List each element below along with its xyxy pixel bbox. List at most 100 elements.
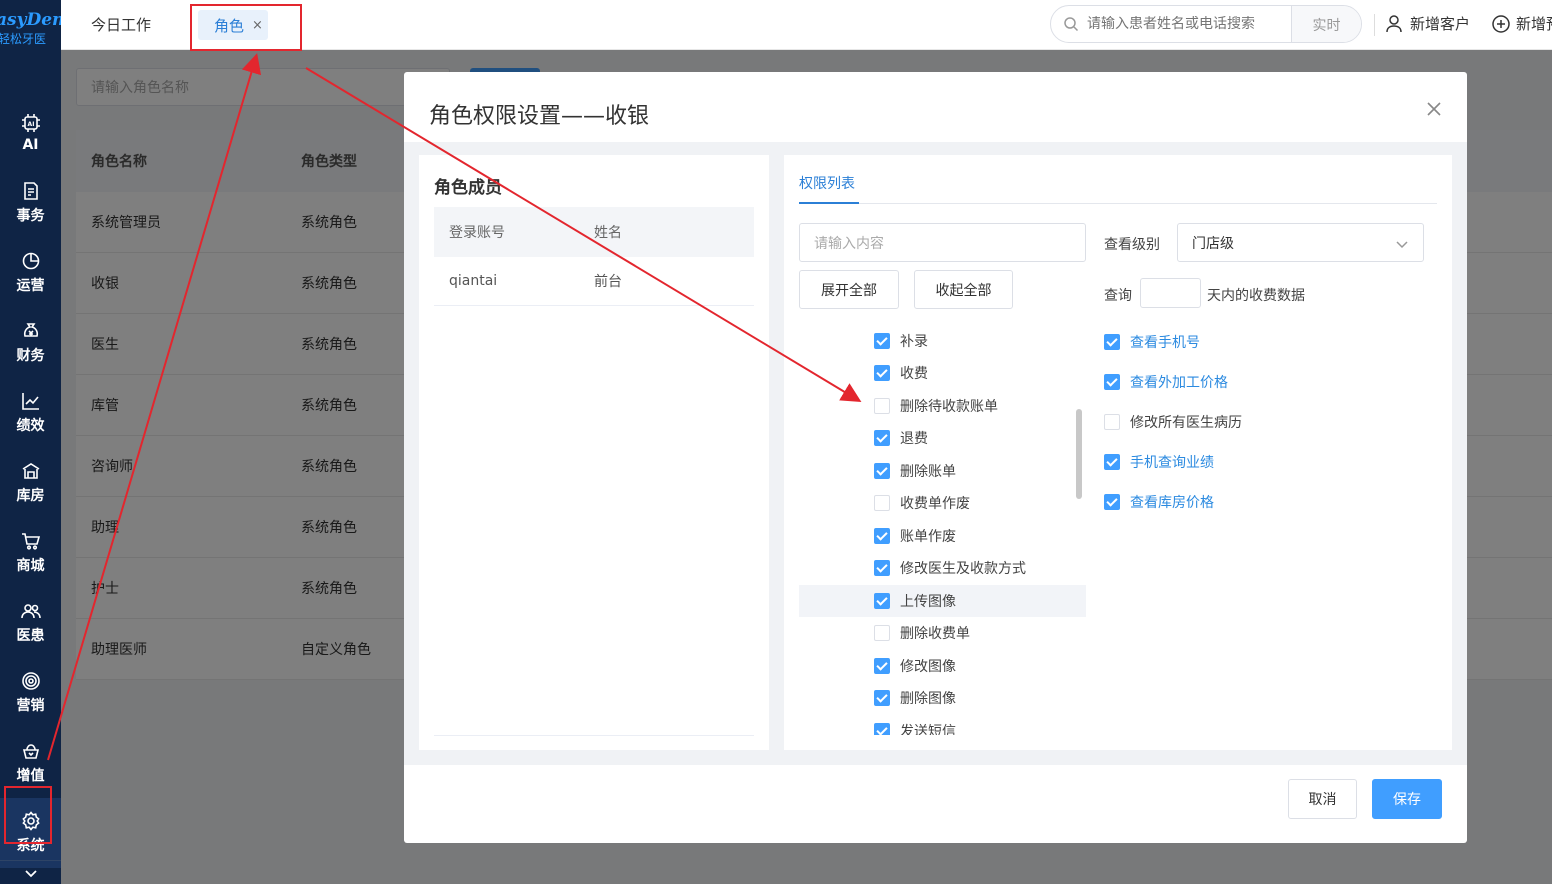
tree-item-label: 收费 bbox=[900, 366, 928, 382]
checkbox[interactable] bbox=[1104, 414, 1120, 430]
sidebar-item-marketing[interactable]: 营销 bbox=[0, 658, 61, 728]
members-heading: 角色成员 bbox=[434, 178, 502, 198]
checkbox[interactable] bbox=[874, 333, 890, 349]
user-icon bbox=[1386, 14, 1402, 32]
tree-item[interactable]: 收费单作废 bbox=[799, 487, 1086, 519]
line-chart-icon bbox=[21, 393, 39, 410]
sidebar-item-ai[interactable]: AI AI bbox=[0, 98, 61, 168]
days-input[interactable] bbox=[1140, 278, 1201, 308]
sidebar-item-mall[interactable]: 商城 bbox=[0, 518, 61, 588]
plus-circle-icon bbox=[1492, 14, 1510, 33]
money-bag-icon bbox=[23, 323, 38, 337]
brand-logo: asyDent 轻松牙医 bbox=[0, 0, 61, 56]
view-level-select[interactable]: 门店级 bbox=[1177, 223, 1424, 262]
tree-item[interactable]: 修改图像 bbox=[799, 650, 1086, 682]
close-icon[interactable] bbox=[1425, 100, 1443, 118]
tree-item[interactable]: 收费 bbox=[799, 357, 1086, 389]
option-view-outsourcing-price[interactable]: 查看外加工价格 bbox=[1104, 370, 1228, 394]
tree-item[interactable]: 修改医生及收款方式 bbox=[799, 552, 1086, 584]
checkbox[interactable] bbox=[874, 398, 890, 414]
checkbox[interactable] bbox=[874, 528, 890, 544]
tree-item-label: 上传图像 bbox=[900, 594, 956, 610]
tree-item[interactable]: 发送短信 bbox=[799, 715, 1086, 735]
tree-scrollbar[interactable] bbox=[1076, 409, 1082, 499]
table-header: 登录账号 姓名 bbox=[434, 207, 754, 257]
option-label: 查看外加工价格 bbox=[1130, 375, 1228, 391]
collapse-all-button[interactable]: 收起全部 bbox=[914, 270, 1013, 309]
table-row[interactable]: qiantai 前台 bbox=[434, 257, 754, 306]
tree-item-label: 删除待收款账单 bbox=[900, 399, 998, 415]
cancel-button[interactable]: 取消 bbox=[1288, 779, 1357, 819]
checkbox[interactable] bbox=[1104, 454, 1120, 470]
sidebar-item-patients[interactable]: 医患 bbox=[0, 588, 61, 658]
pie-chart-icon bbox=[22, 252, 39, 270]
checkbox[interactable] bbox=[1104, 374, 1120, 390]
checkbox[interactable] bbox=[1104, 494, 1120, 510]
tab-active-indicator bbox=[799, 202, 859, 204]
option-edit-all-records[interactable]: 修改所有医生病历 bbox=[1104, 410, 1242, 434]
sidebar-item-operations[interactable]: 运营 bbox=[0, 238, 61, 308]
warehouse-icon bbox=[22, 463, 39, 479]
option-label: 查看库房价格 bbox=[1130, 495, 1214, 511]
sidebar-item-warehouse[interactable]: 库房 bbox=[0, 448, 61, 518]
tree-item[interactable]: 账单作废 bbox=[799, 520, 1086, 552]
patient-search-input[interactable] bbox=[1087, 16, 1287, 32]
checkbox[interactable] bbox=[874, 723, 890, 735]
checkbox[interactable] bbox=[874, 658, 890, 674]
tree-item[interactable]: 删除收费单 bbox=[799, 617, 1086, 649]
sidebar-item-finance[interactable]: 财务 bbox=[0, 308, 61, 378]
tab-today-work[interactable]: 今日工作 bbox=[91, 14, 151, 35]
permission-search-input[interactable]: 请输入内容 bbox=[799, 223, 1086, 262]
tree-item-label: 收费单作废 bbox=[900, 496, 970, 512]
tree-item[interactable]: 退费 bbox=[799, 422, 1086, 454]
members-table: 登录账号 姓名 qiantai 前台 bbox=[434, 207, 754, 306]
tree-item-label: 修改图像 bbox=[900, 659, 956, 675]
search-icon bbox=[1064, 17, 1079, 32]
query-prefix-label: 查询 bbox=[1104, 288, 1132, 304]
chevron-down-icon bbox=[24, 869, 37, 877]
divider bbox=[1374, 14, 1375, 36]
view-level-value: 门店级 bbox=[1192, 235, 1234, 252]
expand-all-button[interactable]: 展开全部 bbox=[799, 270, 899, 309]
checkbox[interactable] bbox=[874, 463, 890, 479]
save-button[interactable]: 保存 bbox=[1372, 779, 1442, 819]
sidebar-item-label: 增值 bbox=[16, 768, 45, 784]
sidebar-item-label: 事务 bbox=[16, 208, 45, 224]
checkbox[interactable] bbox=[874, 690, 890, 706]
people-icon bbox=[20, 604, 41, 619]
new-customer-button[interactable]: 新增客户 bbox=[1385, 13, 1470, 34]
sidebar-item-label: 绩效 bbox=[16, 418, 45, 434]
crown-basket-icon bbox=[22, 744, 39, 759]
divider bbox=[434, 735, 754, 736]
option-mobile-performance[interactable]: 手机查询业绩 bbox=[1104, 450, 1214, 474]
new-appointment-button[interactable]: 新增预约 bbox=[1491, 13, 1552, 34]
tree-item[interactable]: 删除账单 bbox=[799, 455, 1086, 487]
checkbox[interactable] bbox=[874, 593, 890, 609]
tree-item[interactable]: 上传图像 bbox=[799, 585, 1086, 617]
sidebar-item-performance[interactable]: 绩效 bbox=[0, 378, 61, 448]
collapse-sidebar-button[interactable] bbox=[0, 860, 61, 884]
checkbox[interactable] bbox=[874, 495, 890, 511]
realtime-toggle[interactable]: 实时 bbox=[1291, 6, 1361, 42]
tab-permission-list[interactable]: 权限列表 bbox=[799, 173, 855, 193]
tree-item[interactable]: 删除待收款账单 bbox=[799, 390, 1086, 422]
tree-item-label: 删除账单 bbox=[900, 464, 956, 480]
sidebar-item-label: 运营 bbox=[16, 278, 45, 294]
checkbox[interactable] bbox=[874, 365, 890, 381]
column-header: 姓名 bbox=[594, 225, 622, 241]
checkbox[interactable] bbox=[874, 560, 890, 576]
checkbox[interactable] bbox=[1104, 334, 1120, 350]
tree-item[interactable]: 删除图像 bbox=[799, 682, 1086, 714]
brand-name-en: asyDent bbox=[0, 9, 61, 30]
tree-item-label: 发送短信 bbox=[900, 724, 956, 735]
member-account: qiantai bbox=[449, 273, 498, 289]
option-view-phone[interactable]: 查看手机号 bbox=[1104, 330, 1200, 354]
option-label: 修改所有医生病历 bbox=[1130, 415, 1242, 431]
checkbox[interactable] bbox=[874, 625, 890, 641]
checkbox[interactable] bbox=[874, 430, 890, 446]
document-icon bbox=[23, 182, 38, 200]
sidebar-item-affairs[interactable]: 事务 bbox=[0, 168, 61, 238]
tab-underline bbox=[799, 203, 1437, 204]
tree-item[interactable]: 补录 bbox=[799, 325, 1086, 357]
option-view-warehouse-price[interactable]: 查看库房价格 bbox=[1104, 490, 1214, 514]
